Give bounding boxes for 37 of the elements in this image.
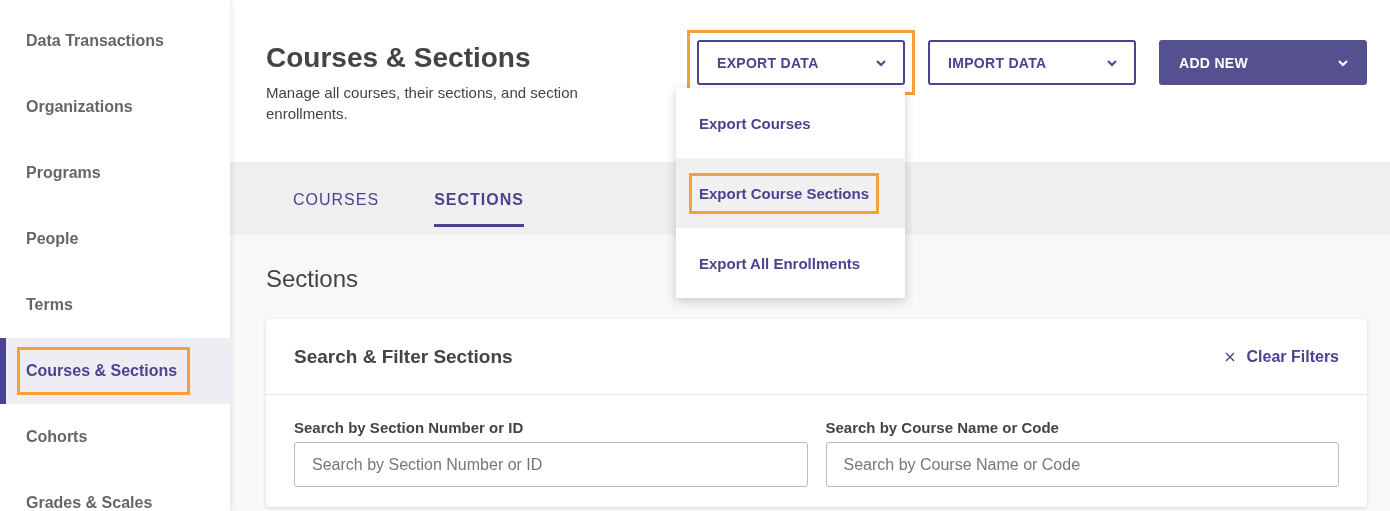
sidebar-item-label: People — [26, 229, 79, 249]
dropdown-button[interactable]: IMPORT DATA — [928, 40, 1136, 85]
sidebar-item-label: Organizations — [26, 97, 133, 117]
page-title: Courses & Sections — [266, 42, 532, 74]
sidebar-item-label: Courses & Sections — [20, 350, 188, 392]
sidebar-item-label: Cohorts — [26, 427, 88, 447]
sidebar-item[interactable]: Cohorts — [0, 404, 230, 470]
close-icon — [1224, 351, 1235, 362]
card-title: Search & Filter Sections — [294, 345, 513, 368]
field-label: Search by Section Number or ID — [294, 419, 525, 436]
menu-item[interactable]: Export Course Sections — [676, 158, 905, 228]
caret-icon — [1337, 58, 1349, 67]
sidebar-item-label: Grades & Scales — [26, 493, 153, 511]
tab[interactable]: COURSES — [293, 162, 380, 235]
caret-icon — [875, 58, 887, 67]
page-subtitle: Manage all courses, their sections, and section enrollments. — [266, 83, 579, 124]
sidebar-item[interactable]: Terms — [0, 272, 230, 338]
sidebar-item[interactable]: Organizations — [0, 74, 230, 140]
sidebar-item-label: Programs — [26, 163, 101, 183]
caret-icon — [1106, 58, 1118, 67]
sidebar-item-label: Terms — [26, 295, 73, 315]
menu-item[interactable]: Export Courses — [676, 88, 905, 158]
sidebar-item[interactable]: Courses & Sections — [0, 338, 230, 404]
tab[interactable]: SECTIONS — [434, 162, 524, 227]
sidebar-item[interactable]: Grades & Scales — [0, 470, 230, 511]
dropdown-button[interactable]: EXPORT DATA — [697, 40, 905, 85]
section-title: Sections — [266, 265, 359, 293]
field-label: Search by Course Name or Code — [825, 419, 1060, 436]
sidebar-item-label: Data Transactions — [26, 31, 164, 51]
search-field[interactable]: Search by Section Number or ID — [294, 442, 808, 487]
clear-filters-link[interactable]: Clear Filters — [1224, 347, 1339, 366]
sidebar-item[interactable]: People — [0, 206, 230, 272]
search-field[interactable]: Search by Course Name or Code — [825, 442, 1339, 487]
menu-item[interactable]: Export All Enrollments — [676, 228, 905, 298]
sidebar-item[interactable]: Data Transactions — [0, 8, 230, 74]
sidebar-item[interactable]: Programs — [0, 140, 230, 206]
dropdown-button[interactable]: ADD NEW — [1159, 40, 1367, 85]
